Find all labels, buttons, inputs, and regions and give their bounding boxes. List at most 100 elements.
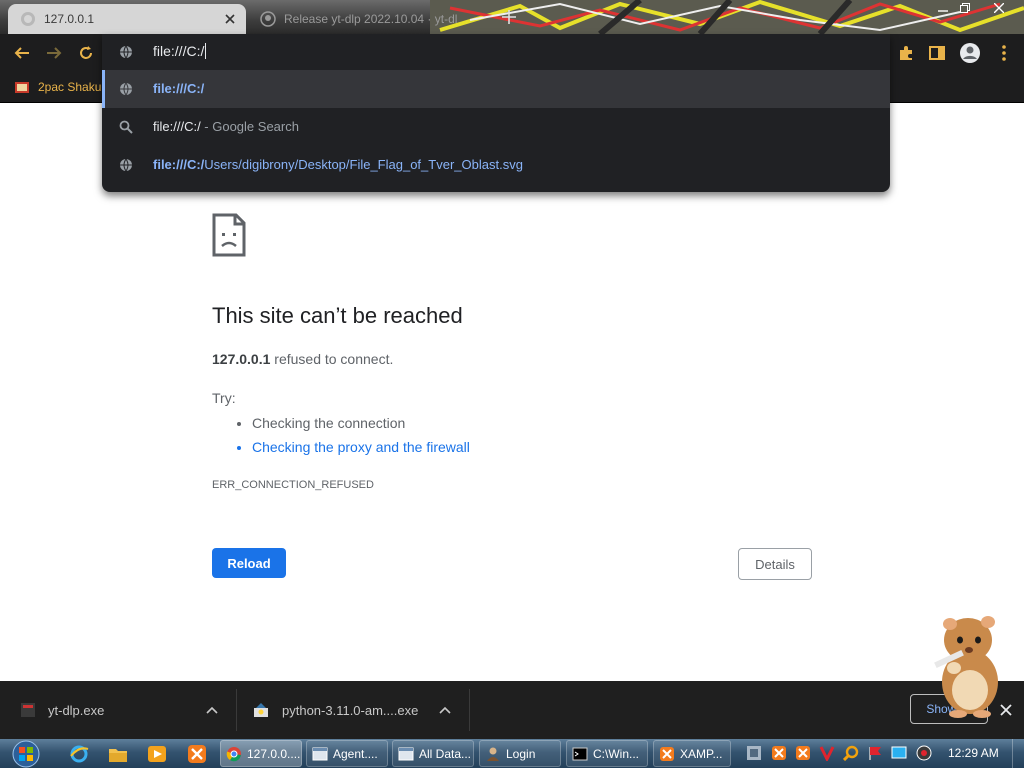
taskbar-clock[interactable]: 12:29 AM [948, 746, 999, 760]
forward-arrow-icon [47, 47, 62, 59]
tray-v-icon[interactable] [819, 745, 835, 761]
error-message: refused to connect. [270, 351, 394, 367]
side-panel-button[interactable] [923, 39, 951, 67]
close-icon [994, 3, 1004, 13]
tray-display-icon[interactable] [891, 745, 907, 761]
taskbar-window-cmd[interactable]: C:\Win... [566, 740, 648, 767]
media-player-icon [148, 745, 166, 762]
download-divider [469, 689, 470, 731]
tray-flag-icon[interactable] [867, 745, 883, 761]
suggestion-check-proxy-firewall-link[interactable]: Checking the proxy and the firewall [252, 436, 470, 460]
tab-loading-icon [20, 11, 36, 27]
tray-search-icon[interactable] [843, 745, 859, 761]
text-caret [205, 43, 207, 59]
chevron-up-icon[interactable] [204, 702, 220, 718]
pinned-xampp[interactable] [182, 741, 212, 766]
bookmark-label: 2pac Shakur [38, 80, 106, 94]
suggestion-match: file:///C:/ [153, 81, 205, 96]
close-window-button[interactable] [986, 0, 1012, 16]
reload-button[interactable]: Reload [212, 548, 286, 578]
start-button[interactable] [8, 739, 44, 768]
profile-button[interactable] [956, 39, 984, 67]
error-description: 127.0.0.1 refused to connect. [212, 351, 393, 367]
tray-network-icon[interactable] [746, 745, 762, 761]
exe-file-icon [21, 703, 35, 717]
reload-toolbar-button[interactable] [72, 39, 100, 67]
tray-volume-icon[interactable] [916, 745, 932, 761]
error-code: ERR_CONNECTION_REFUSED [212, 479, 374, 491]
restore-button[interactable] [952, 0, 978, 16]
menu-button[interactable] [990, 39, 1018, 67]
taskbar-window-login[interactable]: Login [479, 740, 561, 767]
try-label: Try: [212, 390, 236, 406]
back-button[interactable] [8, 39, 36, 67]
download-filename: yt-dlp.exe [48, 702, 105, 718]
omnibox-suggestion-google-search[interactable]: file:///C:/ - Google Search [102, 108, 890, 146]
globe-icon [118, 157, 134, 173]
taskbar-window-label: Login [506, 746, 536, 761]
pinned-media-player[interactable] [142, 741, 172, 766]
tab-title: Release yt-dlp 2022.10.04 · yt-dl [284, 12, 458, 26]
downloads-shelf: yt-dlp.exe python-3.11.0-am....exe Show … [0, 681, 1024, 739]
details-button[interactable]: Details [738, 548, 812, 580]
globe-icon [118, 81, 134, 97]
tray-xampp-icon[interactable] [771, 745, 787, 761]
windows-start-orb-icon [12, 740, 40, 767]
suggestion-check-connection: Checking the connection [252, 412, 470, 436]
bookmark-favicon [15, 82, 29, 93]
globe-icon [118, 44, 134, 60]
taskbar-window-agent[interactable]: Agent.... [306, 740, 388, 767]
taskbar-window-xampp[interactable]: XAMP... [653, 740, 731, 767]
kebab-menu-icon [1002, 45, 1006, 61]
omnibox-suggestion-tver-flag-file[interactable]: file:///C:/Users/digibrony/Desktop/File_… [102, 146, 890, 184]
suggestion-match: file:///C:/ [153, 157, 205, 172]
error-title: This site can’t be reached [212, 303, 463, 328]
address-input-value: file:///C:/ [153, 43, 205, 59]
pinned-file-explorer[interactable] [103, 741, 133, 766]
forward-button[interactable] [40, 39, 68, 67]
restore-icon [960, 3, 970, 13]
window-icon [398, 747, 414, 760]
sad-page-icon [212, 213, 246, 257]
cmd-icon [572, 747, 588, 760]
python-installer-icon [254, 703, 268, 717]
window-icon [312, 747, 328, 760]
xampp-pin-icon [188, 744, 206, 763]
tab-close-icon[interactable] [222, 11, 238, 27]
tab-release-yt-dlp[interactable]: Release yt-dlp 2022.10.04 · yt-dl [248, 4, 486, 34]
tab-127-0-0-1[interactable]: 127.0.0.1 [8, 4, 246, 34]
tray-xampp-icon[interactable] [795, 745, 811, 761]
try-suggestions-list: Checking the connection Checking the pro… [212, 412, 470, 460]
hamster-desktop-pet [924, 610, 1010, 720]
chevron-up-icon[interactable] [437, 702, 453, 718]
address-input[interactable]: file:///C:/ [153, 43, 207, 59]
taskbar-window-label: XAMP... [680, 746, 723, 761]
taskbar-window-label: Agent.... [333, 746, 378, 761]
suggestion-match: file:///C:/ [153, 119, 201, 134]
back-arrow-icon [14, 47, 29, 59]
extensions-button[interactable] [892, 39, 920, 67]
download-item-yt-dlp[interactable]: yt-dlp.exe [0, 681, 236, 739]
side-panel-icon [929, 46, 945, 60]
puzzle-piece-icon [900, 46, 912, 60]
taskbar-window-label: All Data... [419, 746, 472, 761]
download-item-python[interactable]: python-3.11.0-am....exe [237, 681, 469, 739]
selection-indicator [102, 70, 105, 108]
error-host: 127.0.0.1 [212, 351, 271, 367]
suggestion-suffix: - Google Search [200, 119, 299, 134]
omnibox-suggestion-file-c[interactable]: file:///C:/ [102, 70, 890, 108]
plus-icon [502, 10, 516, 24]
login-icon [487, 747, 499, 761]
bookmark-2pac-shakur[interactable]: 2pac Shakur [14, 77, 105, 97]
taskbar-window-all-data[interactable]: All Data... [392, 740, 474, 767]
show-desktop-button[interactable] [1012, 739, 1024, 768]
new-tab-button[interactable] [498, 6, 520, 28]
avatar-icon [960, 43, 980, 63]
github-icon [260, 11, 276, 27]
taskbar-window-chrome[interactable]: 127.0.0.... [220, 740, 302, 767]
search-icon [118, 119, 134, 135]
pinned-internet-explorer[interactable] [64, 741, 94, 766]
address-bar[interactable]: file:///C:/ [102, 34, 890, 70]
explorer-folder-icon [109, 748, 127, 762]
taskbar-window-label: 127.0.0.... [247, 746, 301, 761]
